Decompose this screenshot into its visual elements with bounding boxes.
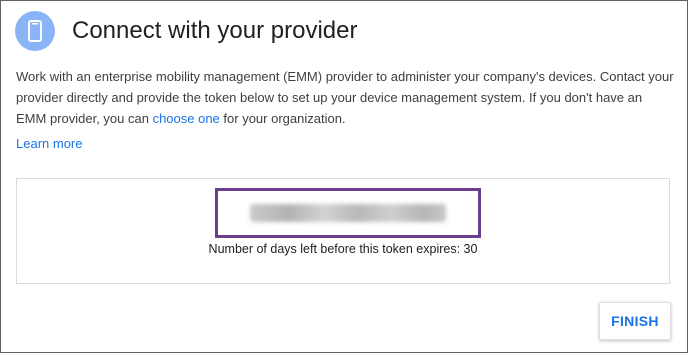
dialog-header: Connect with your provider — [15, 11, 357, 51]
dialog-description: Work with an enterprise mobility managem… — [16, 66, 676, 129]
choose-one-link[interactable]: choose one — [153, 111, 220, 126]
phone-glyph — [28, 20, 42, 42]
phone-icon — [15, 11, 55, 51]
connect-provider-dialog: Connect with your provider Work with an … — [0, 0, 688, 353]
token-value-box[interactable] — [215, 188, 481, 238]
dialog-title: Connect with your provider — [72, 17, 358, 44]
token-panel: Number of days left before this token ex… — [16, 178, 670, 284]
learn-more-link[interactable]: Learn more — [16, 135, 82, 153]
redacted-token — [250, 204, 446, 222]
description-text-after: for your organization. — [219, 111, 346, 126]
token-expiry-text: Number of days left before this token ex… — [208, 242, 478, 256]
finish-button[interactable]: FINISH — [599, 302, 671, 340]
